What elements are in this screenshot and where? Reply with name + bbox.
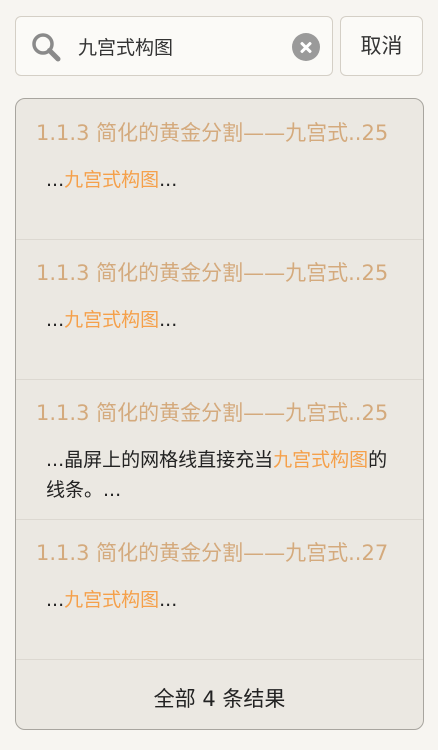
snippet-text: ...晶屏上的网格线直接充当 <box>46 449 274 471</box>
result-item[interactable]: 1.1.3 简化的黄金分割——九宫式..25 ...九宫式构图... <box>16 239 423 380</box>
search-bar: 九宫式构图 取消 <box>0 0 438 92</box>
snippet-text: ... <box>46 169 65 191</box>
snippet-text: ... <box>159 169 178 191</box>
result-snippet: ...九宫式构图... <box>46 585 393 615</box>
result-item[interactable]: 1.1.3 简化的黄金分割——九宫式..25 ...九宫式构图... <box>16 99 423 240</box>
snippet-text: ... <box>159 589 178 611</box>
search-input[interactable]: 九宫式构图 <box>15 16 333 76</box>
snippet-highlight: 九宫式构图 <box>64 589 160 611</box>
result-snippet: ...九宫式构图... <box>46 165 393 195</box>
result-snippet: ...九宫式构图... <box>46 305 393 335</box>
results-count: 全部 4 条结果 <box>153 687 286 711</box>
result-title: 1.1.3 简化的黄金分割——九宫式..25 <box>36 121 389 145</box>
cancel-button[interactable]: 取消 <box>340 16 423 76</box>
snippet-highlight: 九宫式构图 <box>64 309 160 331</box>
result-snippet: ...晶屏上的网格线直接充当九宫式构图的线条。... <box>46 445 393 505</box>
search-icon <box>30 31 62 63</box>
search-query[interactable]: 九宫式构图 <box>78 33 173 60</box>
result-title: 1.1.3 简化的黄金分割——九宫式..27 <box>36 541 389 565</box>
result-item[interactable]: 1.1.3 简化的黄金分割——九宫式..27 ...九宫式构图... <box>16 519 423 660</box>
result-title: 1.1.3 简化的黄金分割——九宫式..25 <box>36 401 389 425</box>
result-item[interactable]: 1.1.3 简化的黄金分割——九宫式..25 ...晶屏上的网格线直接充当九宫式… <box>16 379 423 520</box>
result-title: 1.1.3 简化的黄金分割——九宫式..25 <box>36 261 389 285</box>
snippet-text: ... <box>46 589 65 611</box>
snippet-highlight: 九宫式构图 <box>273 449 369 471</box>
clear-icon[interactable] <box>292 33 320 61</box>
snippet-text: ... <box>159 309 178 331</box>
snippet-highlight: 九宫式构图 <box>64 169 160 191</box>
search-results-panel: 1.1.3 简化的黄金分割——九宫式..25 ...九宫式构图... 1.1.3… <box>15 98 424 730</box>
snippet-text: ... <box>46 309 65 331</box>
